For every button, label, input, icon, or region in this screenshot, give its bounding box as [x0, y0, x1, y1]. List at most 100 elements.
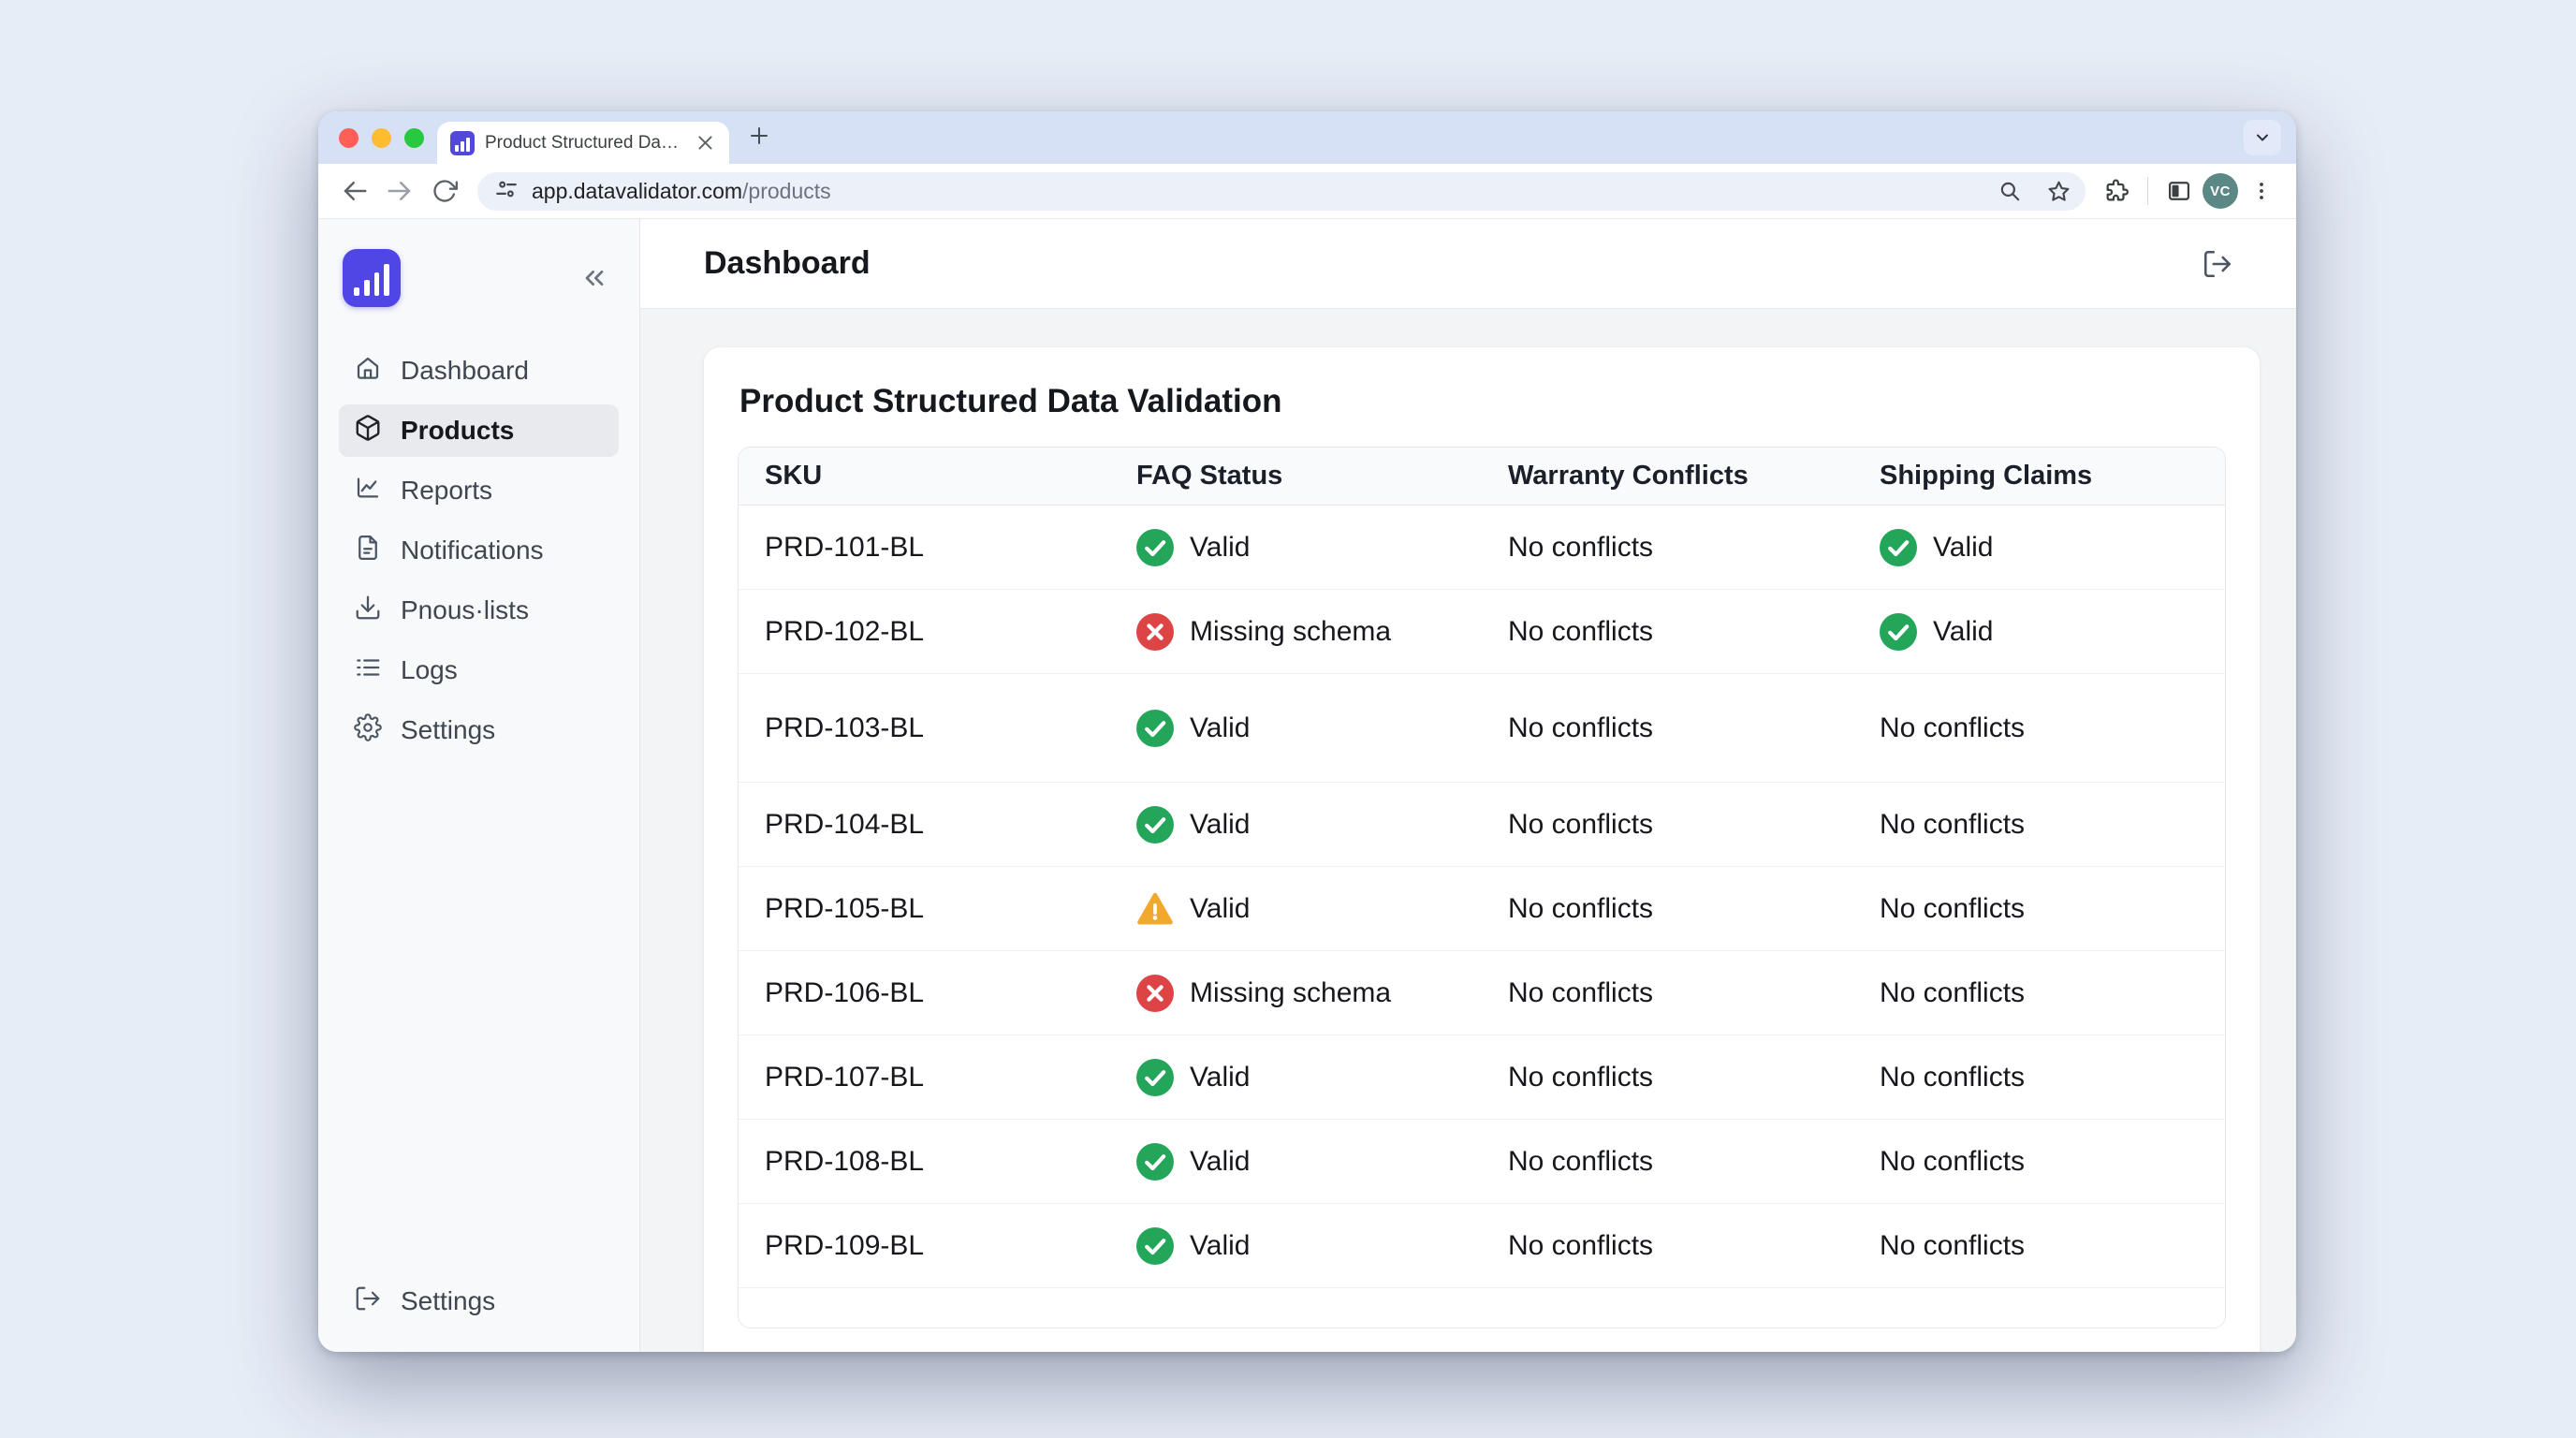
warranty-conflicts-cell: No conflicts	[1482, 1062, 1853, 1093]
gear-icon	[354, 713, 382, 748]
app-logo-icon	[343, 249, 401, 307]
table-row: PRD-101-BL Valid No conflicts Valid	[739, 506, 2225, 590]
desktop-background: Product Structured Data Valid	[0, 0, 2576, 1438]
page-title: Dashboard	[704, 245, 871, 282]
faq-status-cell: Missing schema	[1110, 613, 1482, 651]
column-header-warranty-conflicts: Warranty Conflicts	[1482, 461, 1853, 492]
shipping-claims-cell: No conflicts	[1853, 1062, 2225, 1093]
warranty-conflicts-cell: No conflicts	[1482, 977, 1853, 1009]
table-row: PRD-103-BL Valid No conflicts No conflic…	[739, 674, 2225, 783]
extensions-puzzle-icon[interactable]	[2099, 173, 2134, 209]
tab-close-icon[interactable]	[692, 130, 718, 156]
sidebar: Dashboard Products Reports Notifications	[318, 219, 640, 1352]
zoom-window-button[interactable]	[404, 128, 424, 148]
tab-title: Product Structured Data Valid	[485, 133, 681, 154]
url-bar[interactable]: app.datavalidator.com/products	[477, 172, 2086, 211]
toolbar-divider	[2147, 177, 2148, 205]
warranty-conflicts-cell: No conflicts	[1482, 616, 1853, 648]
sidebar-item-products[interactable]: Products	[339, 404, 619, 457]
browser-window: Product Structured Data Valid	[318, 111, 2296, 1352]
validation-table: SKU FAQ Status Warranty Conflicts Shippi…	[738, 447, 2226, 1328]
reload-button[interactable]	[425, 171, 464, 211]
table-row: PRD-108-BL Valid No conflicts No conflic…	[739, 1120, 2225, 1204]
home-icon	[354, 354, 382, 389]
sku-cell: PRD-107-BL	[739, 1062, 1110, 1093]
sidebar-item-logs[interactable]: Logs	[339, 644, 619, 697]
table-body: PRD-101-BL Valid No conflicts Valid PRD-…	[739, 506, 2225, 1288]
faq-status-cell: Valid	[1110, 1059, 1482, 1096]
valid-check-icon	[1136, 1059, 1174, 1096]
sidebar-item-notifications[interactable]: Notifications	[339, 524, 619, 577]
valid-check-icon	[1136, 1227, 1174, 1265]
browser-menu-dots-icon[interactable]	[2244, 173, 2279, 209]
valid-check-icon	[1880, 529, 1917, 566]
sidebar-nav: Dashboard Products Reports Notifications	[339, 345, 619, 756]
shipping-claims-cell: No conflicts	[1853, 1230, 2225, 1262]
logout-icon	[354, 1284, 382, 1319]
side-panel-icon[interactable]	[2161, 173, 2197, 209]
error-x-icon	[1136, 975, 1174, 1012]
error-x-icon	[1136, 613, 1174, 651]
main-area: Dashboard Product Structured Data Valida…	[640, 219, 2296, 1352]
shipping-claims-cell: No conflicts	[1853, 809, 2225, 841]
site-info-tune-icon[interactable]	[494, 177, 519, 206]
box-icon	[354, 414, 382, 448]
sidebar-item-dashboard[interactable]: Dashboard	[339, 345, 619, 397]
shipping-claims-cell: Valid	[1853, 613, 2225, 651]
table-row: PRD-107-BL Valid No conflicts No conflic…	[739, 1035, 2225, 1120]
close-window-button[interactable]	[339, 128, 359, 148]
forward-button[interactable]	[380, 171, 419, 211]
search-icon[interactable]	[1992, 173, 2027, 209]
browser-tab[interactable]: Product Structured Data Valid	[437, 122, 729, 164]
sidebar-item-settings[interactable]: Settings	[339, 704, 619, 756]
shipping-claims-cell: No conflicts	[1853, 1146, 2225, 1178]
header-logout-icon[interactable]	[2197, 243, 2238, 285]
shipping-claims-cell: Valid	[1853, 529, 2225, 566]
site-favicon-icon	[450, 131, 475, 155]
sidebar-collapse-button[interactable]	[574, 257, 615, 299]
tab-search-chevron-button[interactable]	[2244, 120, 2281, 155]
sku-cell: PRD-106-BL	[739, 977, 1110, 1009]
bookmark-star-icon[interactable]	[2041, 173, 2076, 209]
download-icon	[354, 594, 382, 628]
warranty-conflicts-cell: No conflicts	[1482, 1230, 1853, 1262]
sku-cell: PRD-108-BL	[739, 1146, 1110, 1178]
warranty-conflicts-cell: No conflicts	[1482, 712, 1853, 744]
column-header-sku: SKU	[739, 461, 1110, 492]
back-button[interactable]	[335, 171, 374, 211]
sku-cell: PRD-109-BL	[739, 1230, 1110, 1262]
validation-card: Product Structured Data Validation SKU F…	[703, 346, 2261, 1352]
faq-status-cell: Valid	[1110, 1143, 1482, 1181]
warranty-conflicts-cell: No conflicts	[1482, 809, 1853, 841]
faq-status-cell: Valid	[1110, 710, 1482, 747]
warning-triangle-icon	[1136, 890, 1174, 928]
page-header: Dashboard	[640, 219, 2296, 309]
faq-status-cell: Valid	[1110, 1227, 1482, 1265]
warranty-conflicts-cell: No conflicts	[1482, 893, 1853, 925]
table-footer-strip	[739, 1288, 2225, 1328]
sidebar-item-reports[interactable]: Reports	[339, 464, 619, 517]
sidebar-footer-settings[interactable]: Settings	[339, 1275, 619, 1328]
shipping-claims-cell: No conflicts	[1853, 893, 2225, 925]
warranty-conflicts-cell: No conflicts	[1482, 1146, 1853, 1178]
valid-check-icon	[1136, 529, 1174, 566]
new-tab-button[interactable]	[740, 117, 778, 154]
faq-status-cell: Valid	[1110, 529, 1482, 566]
valid-check-icon	[1880, 613, 1917, 651]
sidebar-item-pnous-lists[interactable]: Pnous·lists	[339, 584, 619, 637]
sku-cell: PRD-102-BL	[739, 616, 1110, 648]
table-row: PRD-105-BL Valid No conflicts No conflic…	[739, 867, 2225, 951]
column-header-shipping-claims: Shipping Claims	[1853, 461, 2225, 492]
table-header-row: SKU FAQ Status Warranty Conflicts Shippi…	[739, 448, 2225, 506]
file-text-icon	[354, 534, 382, 568]
minimize-window-button[interactable]	[372, 128, 391, 148]
column-header-faq-status: FAQ Status	[1110, 461, 1482, 492]
faq-status-cell: Valid	[1110, 890, 1482, 928]
valid-check-icon	[1136, 710, 1174, 747]
app-body: Dashboard Products Reports Notifications	[318, 219, 2296, 1352]
profile-avatar[interactable]: VC	[2203, 173, 2238, 209]
list-icon	[354, 653, 382, 688]
table-row: PRD-102-BL Missing schema No conflicts V…	[739, 590, 2225, 674]
window-controls	[339, 128, 424, 148]
tab-strip: Product Structured Data Valid	[318, 111, 2296, 164]
